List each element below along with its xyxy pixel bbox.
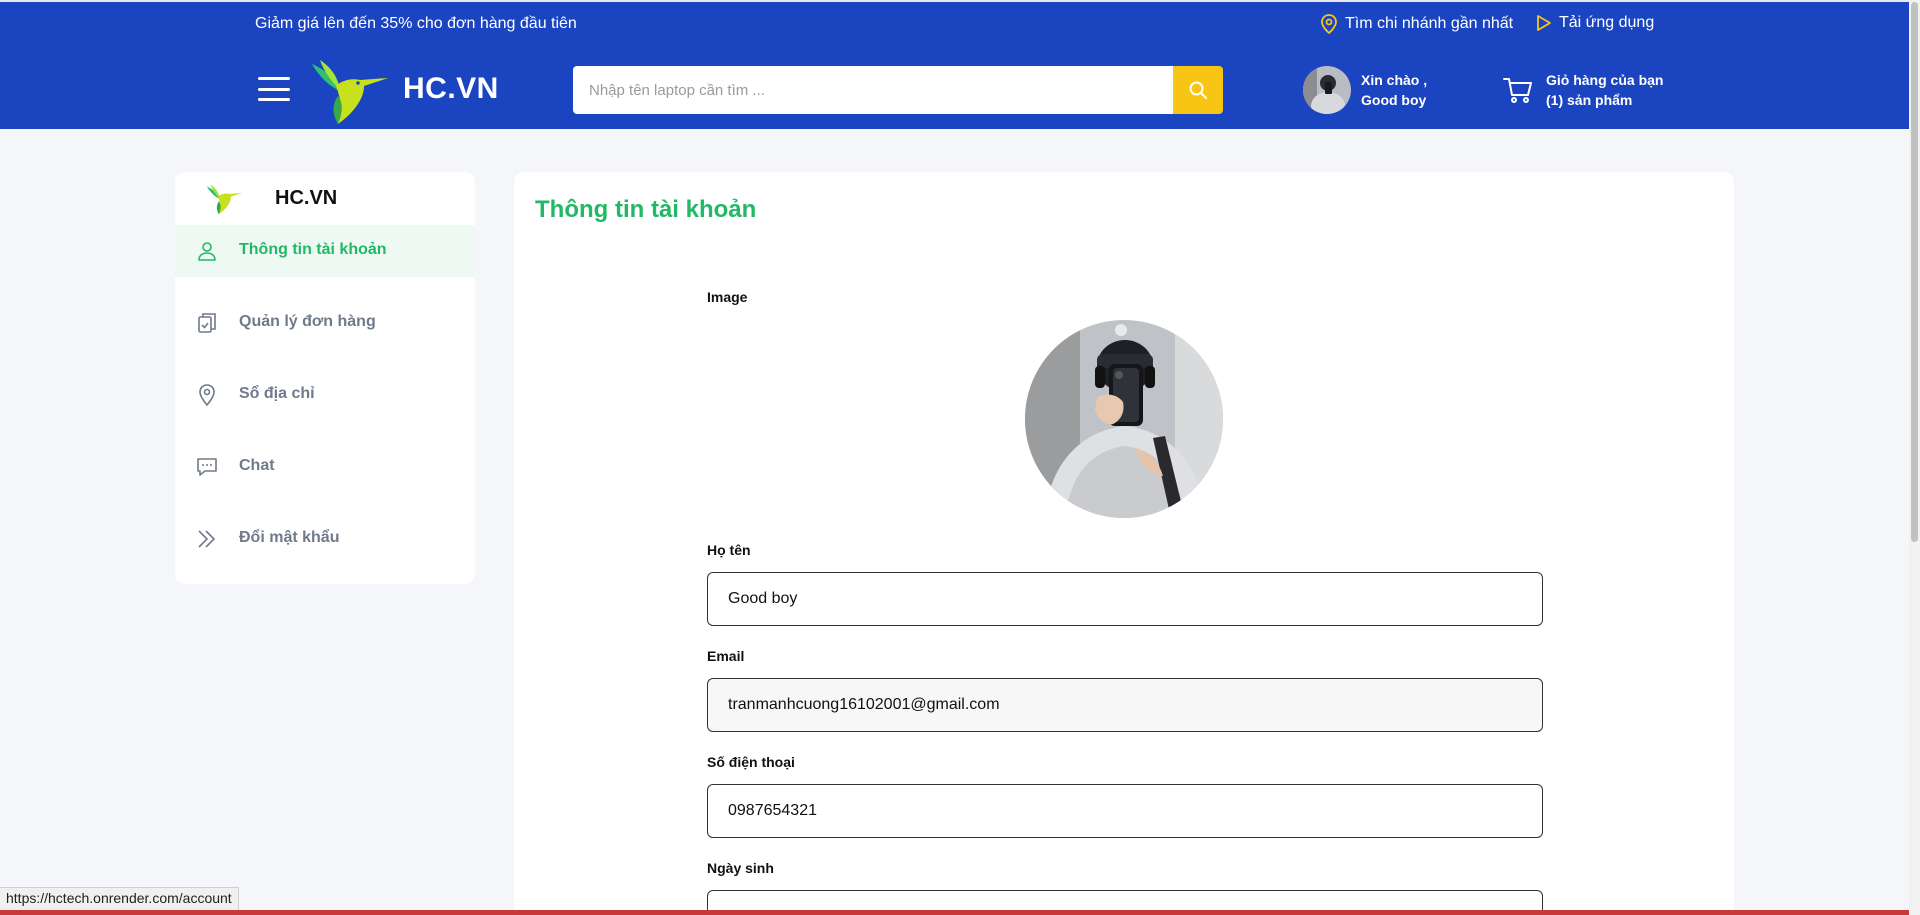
status-url: https://hctech.onrender.com/account [0,887,239,910]
sidebar-item-label: Đổi mật khẩu [239,529,340,546]
sidebar-item-label: Chat [239,457,275,474]
phone-field[interactable]: 0987654321 [707,784,1543,838]
menu-icon[interactable] [258,77,290,101]
name-label: Họ tên [707,542,751,558]
location-pin-icon [1321,14,1337,34]
cart-count: (1) sản phẩm [1546,92,1633,108]
double-chevron-right-icon [198,530,216,548]
email-label: Email [707,648,745,664]
search-icon [1189,81,1207,99]
scrollbar-thumb[interactable] [1911,2,1918,542]
hummingbird-logo[interactable] [308,56,390,126]
user-icon [198,242,216,261]
cart-title: Giỏ hàng của bạn [1546,72,1664,88]
sidebar-item-account-info[interactable]: Thông tin tài khoản [175,225,475,277]
search-button[interactable] [1173,66,1223,114]
account-sidebar: HC.VN Thông tin tài khoản Quản lý đơn hà… [175,172,475,584]
download-app-link[interactable]: Tải ứng dụng [1536,14,1654,32]
sidebar-brand: HC.VN [275,187,338,209]
sidebar-item-label: Thông tin tài khoản [239,241,387,258]
sidebar-logo [206,184,243,215]
sidebar-item-chat[interactable]: Chat [175,441,475,493]
email-field[interactable]: tranmanhcuong16102001@gmail.com [707,678,1543,732]
greeting-line1: Xin chào , [1361,72,1428,88]
cart-icon[interactable] [1503,76,1533,104]
download-app-label: Tải ứng dụng [1559,14,1655,31]
play-icon [1537,15,1551,31]
promo-text: Giảm giá lên đến 35% cho đơn hàng đầu ti… [255,15,577,32]
sidebar-item-label: Sổ địa chỉ [239,385,315,402]
name-field[interactable]: Good boy [707,572,1543,626]
phone-label: Số điện thoại [707,754,795,770]
sidebar-item-change-password[interactable]: Đổi mật khẩu [175,513,475,565]
dob-label: Ngày sinh [707,860,774,876]
search-input[interactable] [573,66,1173,114]
clipboard-icon [198,313,216,333]
profile-image[interactable] [1025,320,1223,518]
bottom-edge [0,910,1909,915]
chat-icon [197,458,217,476]
sidebar-item-address-book[interactable]: Sổ địa chỉ [175,369,475,421]
sidebar-item-orders[interactable]: Quản lý đơn hàng [175,297,475,349]
page-title: Thông tin tài khoản [535,196,757,223]
user-avatar[interactable] [1303,66,1351,114]
find-branch-link[interactable]: Tìm chi nhánh gần nhất [1320,14,1513,34]
sidebar-item-label: Quản lý đơn hàng [239,313,376,330]
image-label: Image [707,289,748,305]
find-branch-label: Tìm chi nhánh gần nhất [1345,15,1514,32]
location-pin-icon [199,384,215,407]
site-header: Giảm giá lên đến 35% cho đơn hàng đầu ti… [0,0,1909,129]
account-info-card: Thông tin tài khoản Image Họ tên Good bo… [514,172,1734,915]
top-strip [0,0,1909,2]
greeting-username: Good boy [1361,92,1427,108]
brand-name[interactable]: HC.VN [403,72,499,106]
user-greeting[interactable]: Xin chào , Good boy [1361,70,1427,110]
cart-summary[interactable]: Giỏ hàng của bạn (1) sản phẩm [1546,70,1663,110]
